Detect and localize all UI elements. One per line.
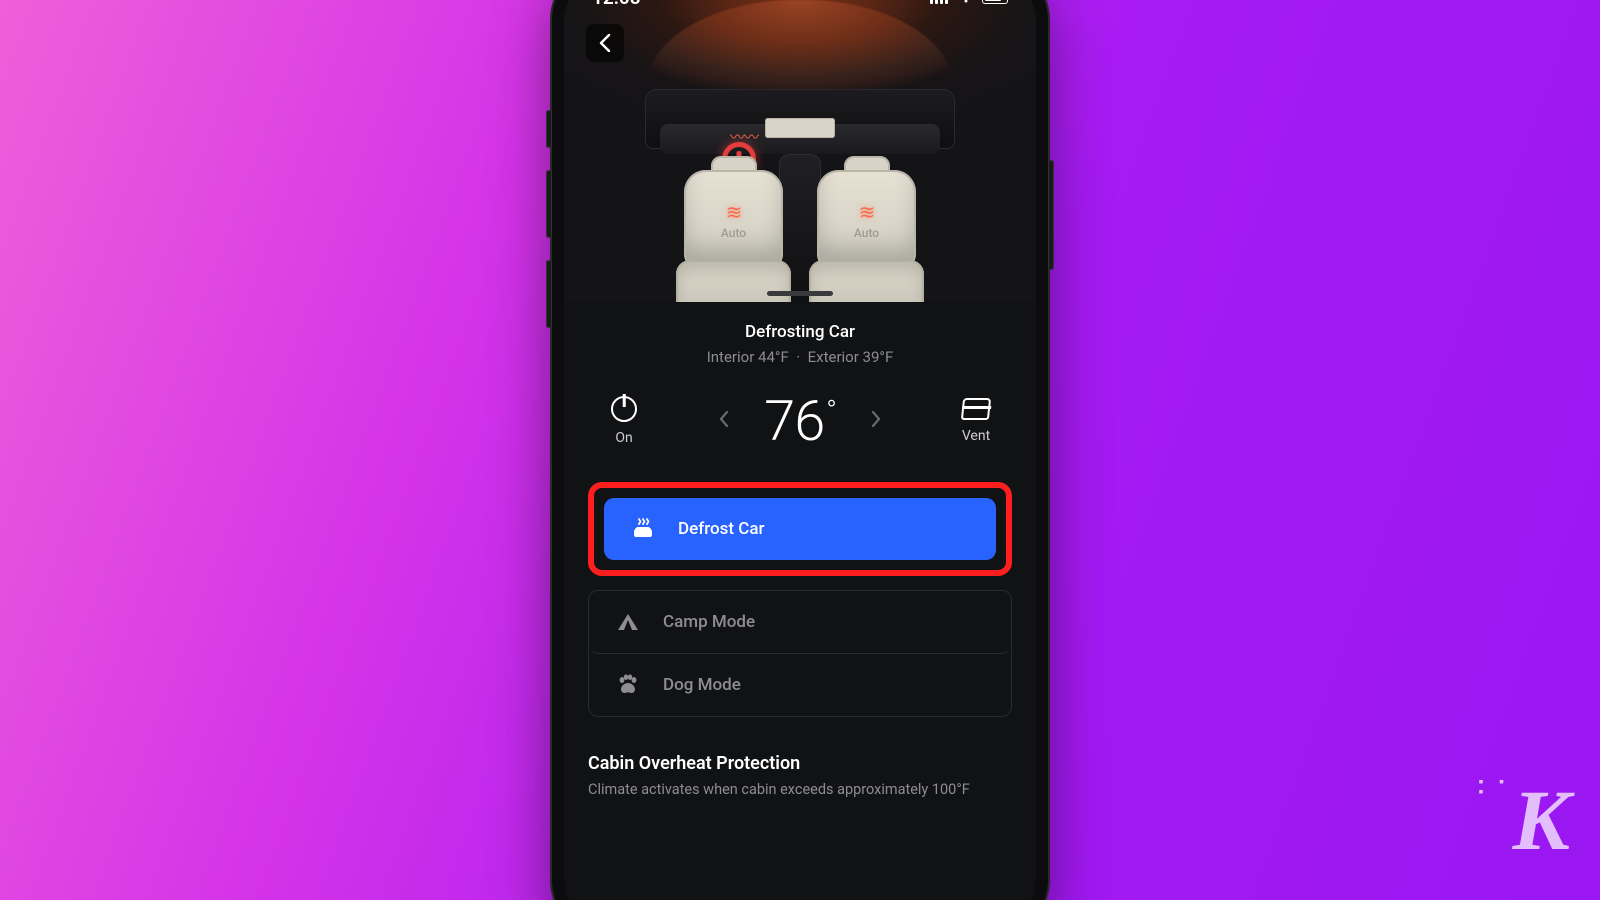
camp-mode-button[interactable]: Camp Mode	[589, 591, 1011, 654]
watermark-logo: ▪ ▪▪ K	[1513, 770, 1564, 870]
stage: 12:08 〰〰	[0, 0, 1600, 900]
passenger-seat-mode: Auto	[809, 226, 924, 240]
phone-side-button	[546, 170, 552, 238]
status-title: Defrosting Car	[588, 322, 1012, 342]
power-label: On	[615, 430, 632, 446]
tent-icon	[615, 611, 641, 633]
overheat-desc: Climate activates when cabin exceeds app…	[588, 780, 1012, 800]
mode-list: Camp Mode Dog Mode	[588, 590, 1012, 717]
temp-up-button[interactable]	[860, 399, 892, 443]
setpoint-value[interactable]: 76°	[764, 388, 836, 454]
wifi-icon	[957, 0, 975, 4]
chevron-left-icon	[598, 34, 612, 52]
content-body: Defrosting Car Interior 44°F · Exterior …	[564, 302, 1036, 840]
temperature-readout: Interior 44°F · Exterior 39°F	[588, 348, 1012, 366]
dog-mode-label: Dog Mode	[663, 675, 741, 695]
chevron-left-icon	[718, 410, 730, 428]
battery-icon	[982, 0, 1008, 4]
phone-screen: 12:08 〰〰	[564, 0, 1036, 900]
overheat-title: Cabin Overheat Protection	[588, 753, 1012, 774]
dog-mode-button[interactable]: Dog Mode	[589, 654, 1011, 716]
camp-mode-label: Camp Mode	[663, 612, 755, 632]
vent-toggle[interactable]: Vent	[944, 398, 1008, 444]
cellular-icon	[930, 0, 950, 4]
sheet-grabber[interactable]	[767, 291, 833, 296]
passenger-seat[interactable]: ≋ Auto	[809, 170, 924, 302]
watermark-dots: ▪ ▪▪	[1479, 778, 1510, 798]
car-dash-screen	[765, 118, 835, 138]
paw-icon	[615, 674, 641, 696]
phone-side-button	[546, 260, 552, 328]
power-icon	[611, 396, 637, 422]
driver-seat[interactable]: ≋ Auto	[676, 170, 791, 302]
back-button[interactable]	[586, 24, 624, 62]
defrost-car-button[interactable]: Defrost Car	[604, 498, 996, 560]
status-bar: 12:08	[564, 0, 1036, 22]
car-hero: 〰〰 ≋ Auto ≋ Auto	[564, 0, 1036, 302]
defrost-label: Defrost Car	[678, 519, 765, 539]
status-time: 12:08	[592, 0, 641, 9]
seat-heat-icon: ≋	[809, 200, 924, 224]
setpoint-control: 76°	[708, 388, 892, 454]
defrost-icon	[630, 518, 656, 540]
phone-frame: 12:08 〰〰	[552, 0, 1048, 900]
car-illustration: 〰〰 ≋ Auto ≋ Auto	[600, 0, 1000, 302]
phone-side-button	[546, 110, 552, 148]
vent-icon	[961, 398, 991, 420]
driver-seat-mode: Auto	[676, 226, 791, 240]
seat-heat-icon: ≋	[676, 200, 791, 224]
vent-label: Vent	[962, 428, 990, 444]
status-right	[930, 0, 1008, 4]
chevron-right-icon	[870, 410, 882, 428]
power-toggle[interactable]: On	[592, 396, 656, 446]
phone-side-button	[1048, 160, 1054, 270]
climate-row: On 76° Ve	[588, 388, 1012, 454]
temp-down-button[interactable]	[708, 399, 740, 443]
highlight-annotation: Defrost Car	[588, 482, 1012, 576]
